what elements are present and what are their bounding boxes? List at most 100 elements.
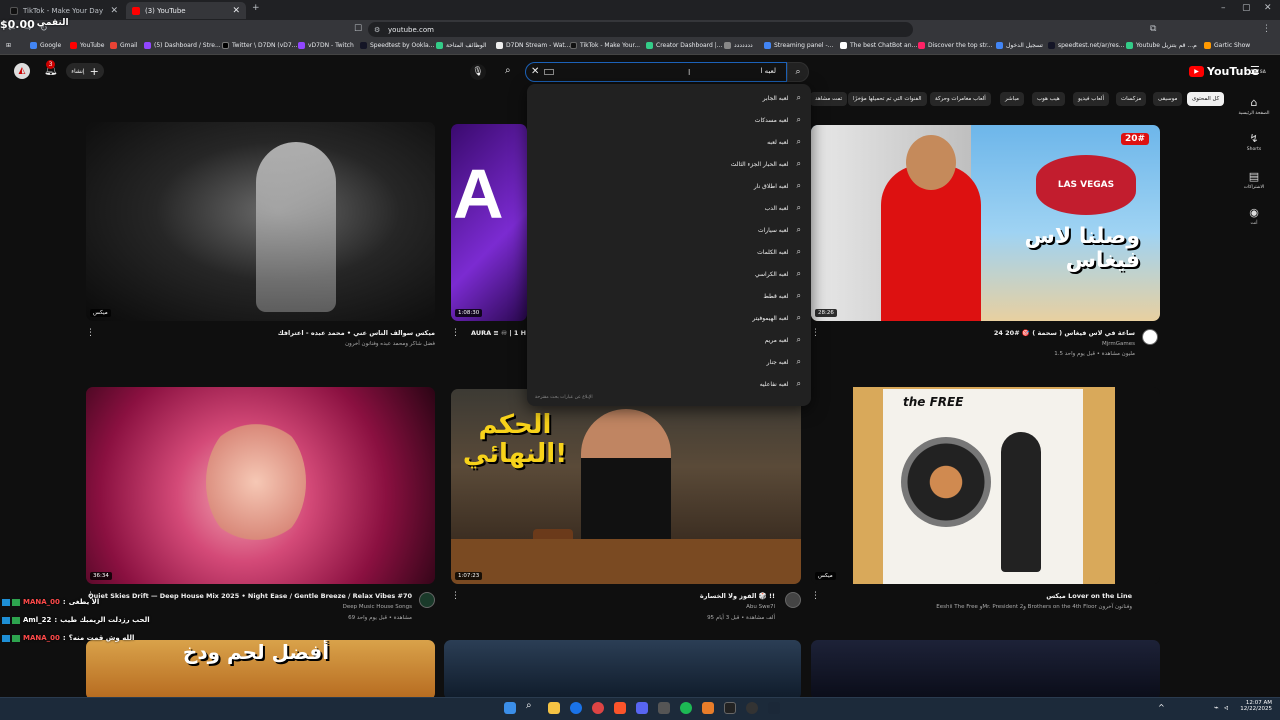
- chrome-icon[interactable]: [570, 702, 582, 714]
- window-close-button[interactable]: ✕: [1264, 3, 1272, 13]
- video-channel[interactable]: فضل شاكر ومحمد عبده وفنانون آخرون: [345, 341, 435, 347]
- create-button[interactable]: إنشاء +: [66, 63, 104, 79]
- video-title[interactable]: Quiet Skies Drift — Deep House Mix 2025 …: [88, 592, 412, 600]
- youtube-logo[interactable]: ▶ YouTube SA: [1189, 65, 1266, 78]
- search-input[interactable]: ✕ لعبه ا: [525, 62, 787, 82]
- discord-icon[interactable]: [636, 702, 648, 714]
- bookmark-item[interactable]: (5) Dashboard / Stre...: [144, 42, 221, 49]
- channel-avatar[interactable]: [1142, 329, 1158, 345]
- suggestion-item[interactable]: لعبه سيارات ⌕: [758, 225, 801, 235]
- video-title[interactable]: ميكس سوالف الناس عني • محمد عبده - اعترا…: [278, 329, 435, 337]
- extensions-icon[interactable]: ⧉: [1150, 24, 1156, 34]
- app-icon[interactable]: [702, 702, 714, 714]
- video-thumbnail[interactable]: A 1:08:30: [451, 124, 527, 321]
- bookmark-item[interactable]: vD7DN - Twitch: [298, 42, 354, 49]
- site-info-icon[interactable]: ⚙: [374, 26, 380, 34]
- suggestion-item[interactable]: لعبه مريم ⌕: [765, 335, 801, 345]
- steam-icon[interactable]: [768, 702, 780, 714]
- chip-mixes[interactable]: مزكسات: [1116, 92, 1147, 106]
- suggestion-item[interactable]: لعبه قطط ⌕: [763, 291, 801, 301]
- bookmark-item[interactable]: Gmail: [110, 42, 138, 49]
- bookmark-item[interactable]: Creator Dashboard |...: [646, 42, 723, 49]
- video-thumbnail[interactable]: الحكم النهائي! 1:07:23: [451, 389, 801, 584]
- video-thumbnail[interactable]: LAS VEGAS 20# وصلنا لاس فيغاس 28:26: [811, 125, 1160, 321]
- video-channel[interactable]: Abu Swe7l: [746, 604, 775, 610]
- bookmark-item[interactable]: Speedtest by Ookla...: [360, 42, 434, 49]
- channel-avatar[interactable]: [785, 592, 801, 608]
- video-title[interactable]: ميكس Lover on the Line: [1046, 592, 1132, 600]
- chip-action-adventure[interactable]: ألعاب مغامرات وحركة: [930, 92, 991, 106]
- clear-search-icon[interactable]: ✕: [531, 66, 539, 77]
- bookmark-item[interactable]: الوظائف المتاحة: [436, 42, 487, 49]
- video-channel[interactable]: Eeshii The Free وMr. President و2 Brothe…: [936, 604, 1132, 610]
- bookmark-item[interactable]: Google: [30, 42, 61, 49]
- suggestion-item[interactable]: لعبه الكراسي ⌕: [755, 269, 801, 279]
- video-thumbnail[interactable]: [444, 640, 801, 700]
- report-suggestions-link[interactable]: الإبلاغ عن عبارات بحث مقترحة: [535, 395, 593, 400]
- spotify-icon[interactable]: [680, 702, 692, 714]
- bookmark-item[interactable]: YouTube: [70, 42, 104, 49]
- suggestion-item[interactable]: لعبه الكلمات ⌕: [757, 247, 801, 257]
- bookmark-item[interactable]: ددددددد: [724, 42, 753, 49]
- close-icon[interactable]: ✕: [110, 6, 118, 16]
- suggestion-item[interactable]: لعبه اطلاق نار ⌕: [754, 181, 801, 191]
- chip-watched[interactable]: تمت مشاهد: [810, 92, 848, 106]
- video-thumbnail[interactable]: ميكس: [86, 122, 435, 321]
- voice-search-icon[interactable]: 🎙︎: [470, 64, 486, 80]
- bookmark-item[interactable]: speedtest.net/ar/res...: [1048, 42, 1124, 49]
- account-avatar[interactable]: ◭: [14, 63, 30, 79]
- channel-avatar[interactable]: [419, 592, 435, 608]
- bookmark-item[interactable]: Discover the top str...: [918, 42, 993, 49]
- address-bar[interactable]: ⚙ youtube.com: [368, 22, 913, 37]
- tab-tiktok[interactable]: TikTok - Make Your Day ✕: [4, 2, 124, 19]
- suggestion-item[interactable]: لعبه جنار ⌕: [767, 357, 801, 367]
- bookmark-item[interactable]: Gartic Show: [1204, 42, 1250, 49]
- more-actions-icon[interactable]: ⋮: [451, 328, 460, 338]
- minimize-button[interactable]: –: [1221, 3, 1226, 13]
- keyboard-icon[interactable]: [544, 69, 554, 75]
- sidebar-item-subscriptions[interactable]: ▤ الاشتراكات: [1236, 170, 1272, 190]
- search-button[interactable]: ⌕: [787, 62, 809, 82]
- video-thumbnail[interactable]: the FREE ميكس: [811, 387, 1160, 584]
- chip-all[interactable]: كل المحتوى: [1187, 92, 1225, 106]
- more-actions-icon[interactable]: ⋮: [811, 591, 820, 601]
- start-icon[interactable]: [504, 702, 516, 714]
- app-icon[interactable]: [658, 702, 670, 714]
- bookmark-item[interactable]: تسجيل الدخول: [996, 42, 1043, 49]
- more-actions-icon[interactable]: ⋮: [451, 591, 460, 601]
- more-actions-icon[interactable]: ⋮: [86, 328, 95, 338]
- suggestion-item[interactable]: لعبه نفاعليه ⌕: [760, 379, 801, 389]
- search-icon[interactable]: ⌕: [526, 700, 538, 712]
- video-title[interactable]: AURA ≡ ♾ | 1 H: [471, 329, 526, 337]
- bookmark-item[interactable]: TikTok - Make Your...: [570, 42, 640, 49]
- obs-icon[interactable]: [746, 702, 758, 714]
- chip-live[interactable]: مباشر: [1000, 92, 1024, 106]
- chip-music[interactable]: موسيقى: [1153, 92, 1183, 106]
- bookmark-item[interactable]: Streaming panel -...: [764, 42, 833, 49]
- bookmark-item[interactable]: The best ChatBot an...: [840, 42, 917, 49]
- video-thumbnail[interactable]: 36:34: [86, 387, 435, 584]
- apps-icon[interactable]: ⊞: [6, 42, 11, 49]
- tab-youtube[interactable]: (3) YouTube ✕: [126, 2, 246, 19]
- maximize-button[interactable]: ▢: [1242, 3, 1251, 13]
- bookmark-item[interactable]: Youtube م... قم بتنزيل: [1126, 42, 1197, 49]
- more-actions-icon[interactable]: ⋮: [811, 328, 820, 338]
- volume-icon[interactable]: ◃: [1224, 703, 1228, 712]
- menu-icon[interactable]: ⋮: [1262, 24, 1271, 34]
- chip-hip-hop[interactable]: هيب هوب: [1032, 92, 1065, 106]
- system-clock[interactable]: 12:07 AM 12/22/2025: [1240, 700, 1272, 712]
- suggestion-item[interactable]: لعبه الحبار الجزء الثالث ⌕: [731, 159, 801, 169]
- suggestion-item[interactable]: لعبه الدب ⌕: [765, 203, 801, 213]
- chip-video-games[interactable]: ألعاب فيديو: [1073, 92, 1110, 106]
- video-thumbnail[interactable]: [811, 640, 1160, 700]
- tray-chevron-icon[interactable]: ^: [1158, 703, 1165, 712]
- new-tab-button[interactable]: +: [252, 3, 260, 13]
- chip-recently-uploaded[interactable]: الفنوات التي تم تحميلها مؤخرًا: [848, 92, 927, 106]
- bookmark-item[interactable]: Twitter \ D7DN (vD7...: [222, 42, 297, 49]
- suggestion-item[interactable]: لعبه مسدكات ⌕: [755, 115, 801, 125]
- sidebar-item-shorts[interactable]: ↯ Shorts: [1236, 132, 1272, 152]
- video-thumbnail[interactable]: أفضل لحم ودخ: [86, 640, 435, 700]
- sidebar-item-you[interactable]: ◉ أنت: [1236, 206, 1272, 226]
- video-channel[interactable]: MjrmGames: [1102, 341, 1135, 347]
- suggestion-item[interactable]: لعبه الجابر ⌕: [763, 93, 801, 103]
